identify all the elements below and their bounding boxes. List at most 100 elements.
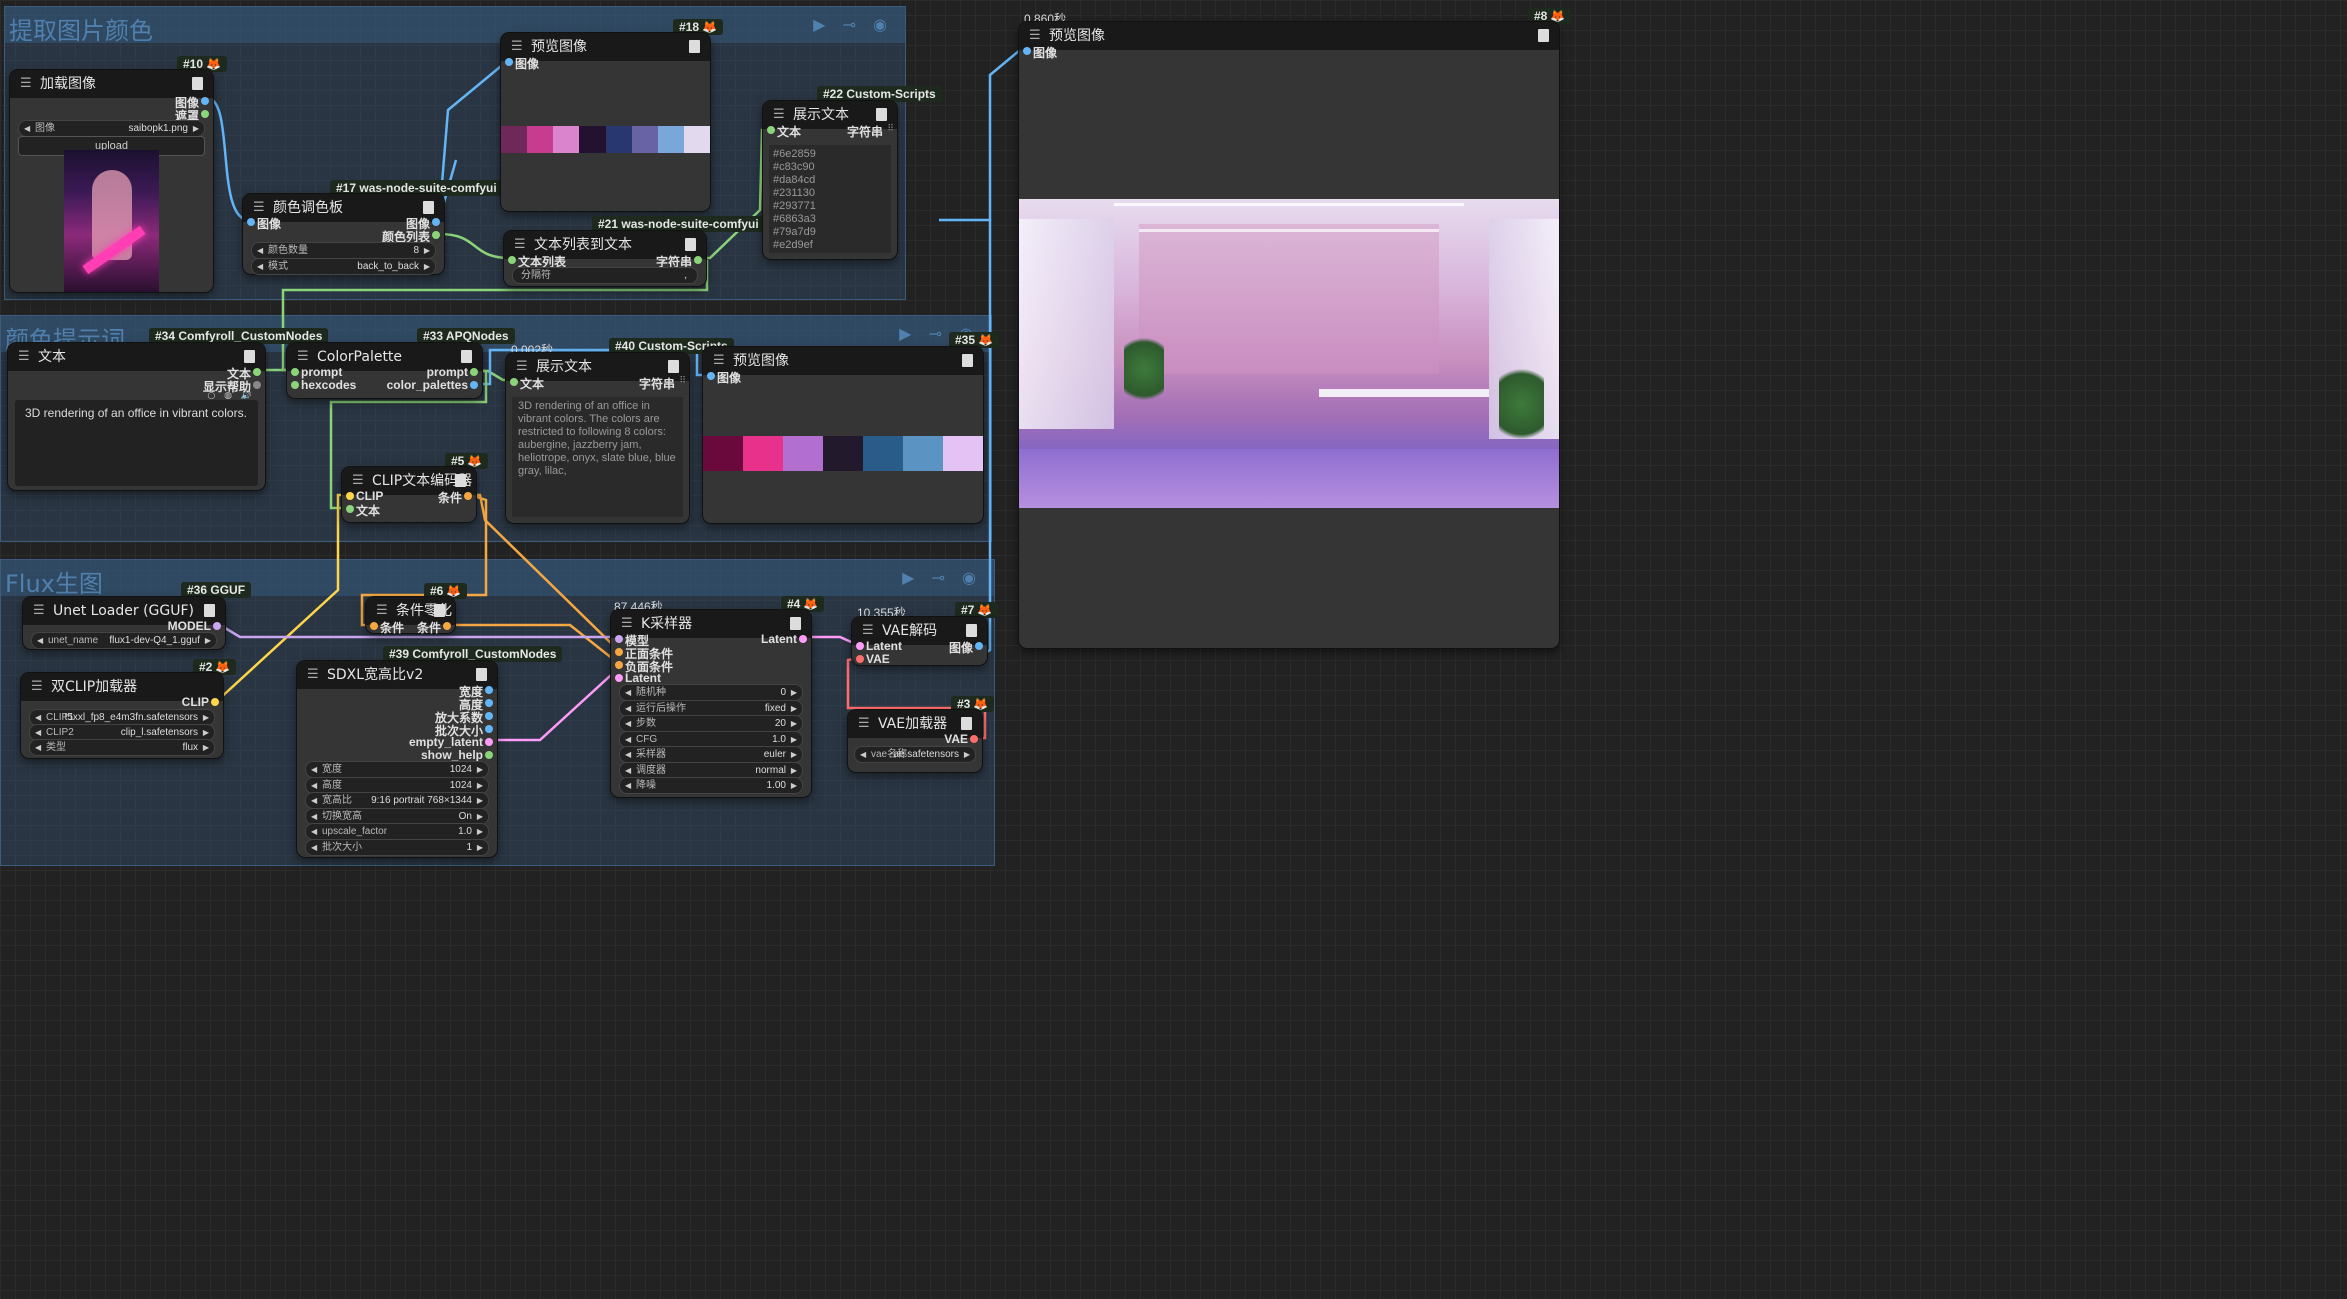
document-icon[interactable] <box>962 354 973 367</box>
output-slot-socket[interactable] <box>485 699 493 707</box>
arrow-left-icon[interactable]: ◀ <box>860 747 866 762</box>
node-vae-loader[interactable]: ☰ VAE加载器 VAE ◀ vae名称 ae.safetensors ▶ <box>848 710 982 772</box>
output-conditioning-socket[interactable] <box>464 492 472 500</box>
node-vae-decode[interactable]: ☰ VAE解码 Latent VAE 图像 <box>852 617 987 666</box>
aspect-widget[interactable]: ◀ 高度 1024 ▶ <box>305 776 489 794</box>
node-conditioning-zero-out[interactable]: ☰ 条件零化 条件 条件 <box>366 597 455 635</box>
arrow-right-icon[interactable]: ▶ <box>791 685 797 700</box>
arrow-left-icon[interactable]: ◀ <box>35 725 41 740</box>
output-clip-socket[interactable] <box>211 698 219 706</box>
sampler-widget[interactable]: ◀ 随机种 0 ▶ <box>619 684 803 701</box>
document-icon[interactable] <box>476 668 487 681</box>
input-image-socket[interactable] <box>1023 47 1031 55</box>
arrow-left-icon[interactable]: ◀ <box>311 809 317 824</box>
arrow-right-icon[interactable]: ▶ <box>477 809 483 824</box>
arrow-left-icon[interactable]: ◀ <box>625 763 631 778</box>
arrow-right-icon[interactable]: ▶ <box>477 793 483 808</box>
arrow-left-icon[interactable]: ◀ <box>311 762 317 777</box>
node-graph-canvas[interactable]: 提取图片颜色 ▶ ⊸ ◉ 颜色提示词 ▶ ⊸ ◉ Flux生图 ▶ ⊸ ◉ #1… <box>0 0 2347 1299</box>
output-image-socket[interactable] <box>201 97 209 105</box>
arrow-left-icon[interactable]: ◀ <box>625 716 631 731</box>
image-select-widget[interactable]: ◀ 图像 saibopk1.png ▶ <box>18 120 205 137</box>
output-show-help-socket[interactable] <box>253 381 261 389</box>
document-icon[interactable] <box>244 350 255 363</box>
input-prompt-socket[interactable] <box>291 368 299 376</box>
output-latent-socket[interactable] <box>799 635 807 643</box>
node-header[interactable]: ☰ 预览图像 <box>703 347 983 375</box>
node-colorpalette[interactable]: ☰ ColorPalette prompt hexcodes prompt col… <box>287 343 482 398</box>
output-mask-socket[interactable] <box>201 110 209 118</box>
aspect-widget[interactable]: ◀ 宽度 1024 ▶ <box>305 761 489 778</box>
node-dual-clip-loader[interactable]: ☰ 双CLIP加载器 CLIP ◀ CLIP1 t5xxl_fp8_e4m3fn.sa… <box>21 673 223 758</box>
unet-name-widget[interactable]: ◀ unet_name flux1-dev-Q4_1.gguf ▶ <box>31 632 217 649</box>
arrow-left-icon[interactable]: ◀ <box>311 793 317 808</box>
output-image-socket[interactable] <box>432 218 440 226</box>
output-model-socket[interactable] <box>213 622 221 630</box>
arrow-right-icon[interactable]: ▶ <box>203 740 209 755</box>
document-icon[interactable] <box>966 624 977 637</box>
arrow-right-icon[interactable]: ▶ <box>477 840 483 855</box>
node-preview-image-palette-2[interactable]: ☰ 预览图像 图像 <box>703 347 983 523</box>
node-color-palette[interactable]: ☰ 颜色调色板 图像 图像 颜色列表 ◀ 颜色数量 8 ▶ ◀ 模式 back_to_bac… <box>243 194 444 275</box>
node-load-image[interactable]: ☰ 加载图像 图像 遮罩 ◀ 图像 saibopk1.png ▶ upload <box>10 70 213 292</box>
node-show-text-hex[interactable]: ☰ 展示文本 文本 字符串 ⠿ #6e2859 #c83c90 #da84cd #… <box>763 101 897 259</box>
delimiter-widget[interactable]: 分隔符, <box>512 267 698 284</box>
output-slot-socket[interactable] <box>485 686 493 694</box>
input-hexcodes-socket[interactable] <box>291 381 299 389</box>
input-clip-socket[interactable] <box>346 492 354 500</box>
arrow-right-icon[interactable]: ▶ <box>424 243 430 258</box>
group-controls-icons[interactable]: ▶ ⊸ ◉ <box>813 15 893 34</box>
node-text-input[interactable]: ☰ 文本 文本 显示帮助 ○ ◍ 🔊 3D rendering of an off… <box>8 343 265 490</box>
arrow-right-icon[interactable]: ▶ <box>424 259 430 274</box>
output-color-list-socket[interactable] <box>432 231 440 239</box>
sampler-widget[interactable]: ◀ 运行后操作 fixed ▶ <box>619 699 803 717</box>
input-text-list-socket[interactable] <box>508 256 516 264</box>
output-slot-socket[interactable] <box>485 725 493 733</box>
arrow-right-icon[interactable]: ▶ <box>193 121 199 136</box>
menu-icon[interactable]: ☰ <box>20 70 32 98</box>
arrow-left-icon[interactable]: ◀ <box>625 747 631 762</box>
arrow-right-icon[interactable]: ▶ <box>791 778 797 793</box>
input-slot-socket[interactable] <box>615 674 623 682</box>
arrow-right-icon[interactable]: ▶ <box>791 763 797 778</box>
arrow-right-icon[interactable]: ▶ <box>791 747 797 762</box>
input-slot-socket[interactable] <box>615 635 623 643</box>
mode-widget[interactable]: ◀ 模式 back_to_back ▶ <box>251 258 436 275</box>
arrow-left-icon[interactable]: ◀ <box>625 685 631 700</box>
arrow-left-icon[interactable]: ◀ <box>257 243 263 258</box>
input-image-socket[interactable] <box>505 58 513 66</box>
arrow-left-icon[interactable]: ◀ <box>311 778 317 793</box>
prompt-textarea[interactable]: 3D rendering of an office in vibrant col… <box>14 399 259 487</box>
clip-type-widget[interactable]: ◀ 类型 flux ▶ <box>29 739 215 756</box>
sampler-widget[interactable]: ◀ 步数 20 ▶ <box>619 715 803 732</box>
input-text-socket[interactable] <box>510 378 518 386</box>
sampler-widget[interactable]: ◀ 采样器 euler ▶ <box>619 746 803 763</box>
arrow-right-icon[interactable]: ▶ <box>791 701 797 716</box>
menu-icon[interactable]: ☰ <box>33 597 45 625</box>
node-show-text-prompt[interactable]: ☰ 展示文本 文本 字符串 ⠿ 3D rendering of an office… <box>506 353 689 523</box>
input-image-socket[interactable] <box>247 218 255 226</box>
document-icon[interactable] <box>668 360 679 373</box>
document-icon[interactable] <box>192 77 203 90</box>
input-text-socket[interactable] <box>346 505 354 513</box>
output-text-socket[interactable] <box>253 368 261 376</box>
input-slot-socket[interactable] <box>615 661 623 669</box>
input-text-socket[interactable] <box>767 126 775 134</box>
aspect-widget[interactable]: ◀ 批次大小 1 ▶ <box>305 838 489 856</box>
document-icon[interactable] <box>461 350 472 363</box>
arrow-left-icon[interactable]: ◀ <box>625 701 631 716</box>
document-icon[interactable] <box>204 604 215 617</box>
menu-icon[interactable]: ☰ <box>31 673 43 701</box>
arrow-right-icon[interactable]: ▶ <box>477 824 483 839</box>
arrow-left-icon[interactable]: ◀ <box>24 121 30 136</box>
output-slot-socket[interactable] <box>485 751 493 759</box>
arrow-left-icon[interactable]: ◀ <box>37 633 43 648</box>
document-icon[interactable] <box>961 717 972 730</box>
document-icon[interactable] <box>689 40 700 53</box>
arrow-left-icon[interactable]: ◀ <box>35 740 41 755</box>
input-slot-socket[interactable] <box>615 648 623 656</box>
generated-office-image[interactable] <box>1019 199 1559 508</box>
output-color-palettes-socket[interactable] <box>470 381 478 389</box>
node-unet-loader-gguf[interactable]: ☰ Unet Loader (GGUF) MODEL ◀ unet_name flux… <box>23 597 225 649</box>
aspect-widget[interactable]: ◀ 切换宽高 On ▶ <box>305 807 489 825</box>
